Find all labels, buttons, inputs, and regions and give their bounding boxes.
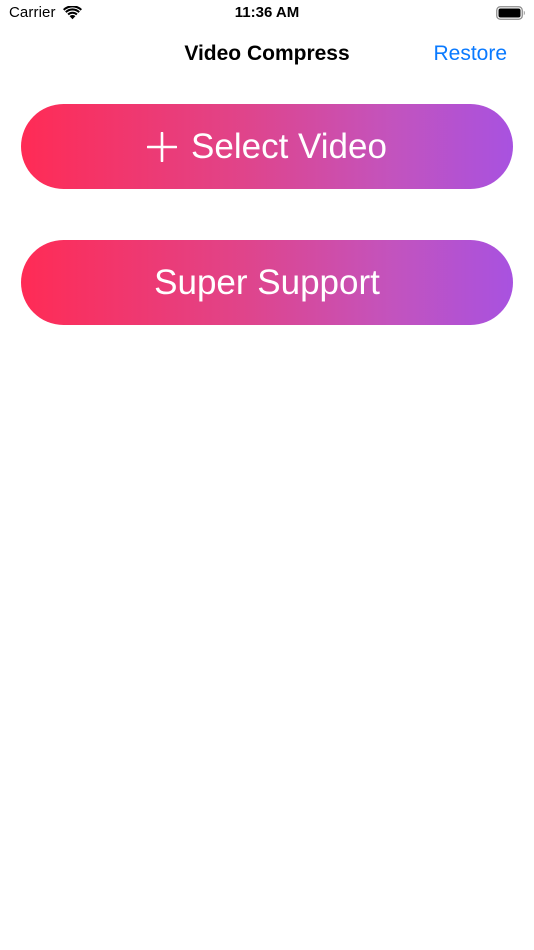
plus-icon	[147, 131, 178, 162]
select-video-button[interactable]: Select Video	[21, 104, 513, 189]
super-support-button[interactable]: Super Support	[21, 240, 513, 325]
battery-full-icon	[496, 6, 525, 20]
restore-button[interactable]: Restore	[433, 42, 507, 66]
status-time: 11:36 AM	[234, 4, 300, 21]
status-bar: Carrier 11:36 AM	[0, 0, 534, 28]
super-support-label: Super Support	[154, 263, 380, 302]
navigation-bar: Video Compress Restore	[0, 36, 534, 76]
app-screen: Carrier 11:36 AM Video Compress Restore …	[0, 0, 534, 950]
select-video-label: Select Video	[191, 127, 387, 166]
